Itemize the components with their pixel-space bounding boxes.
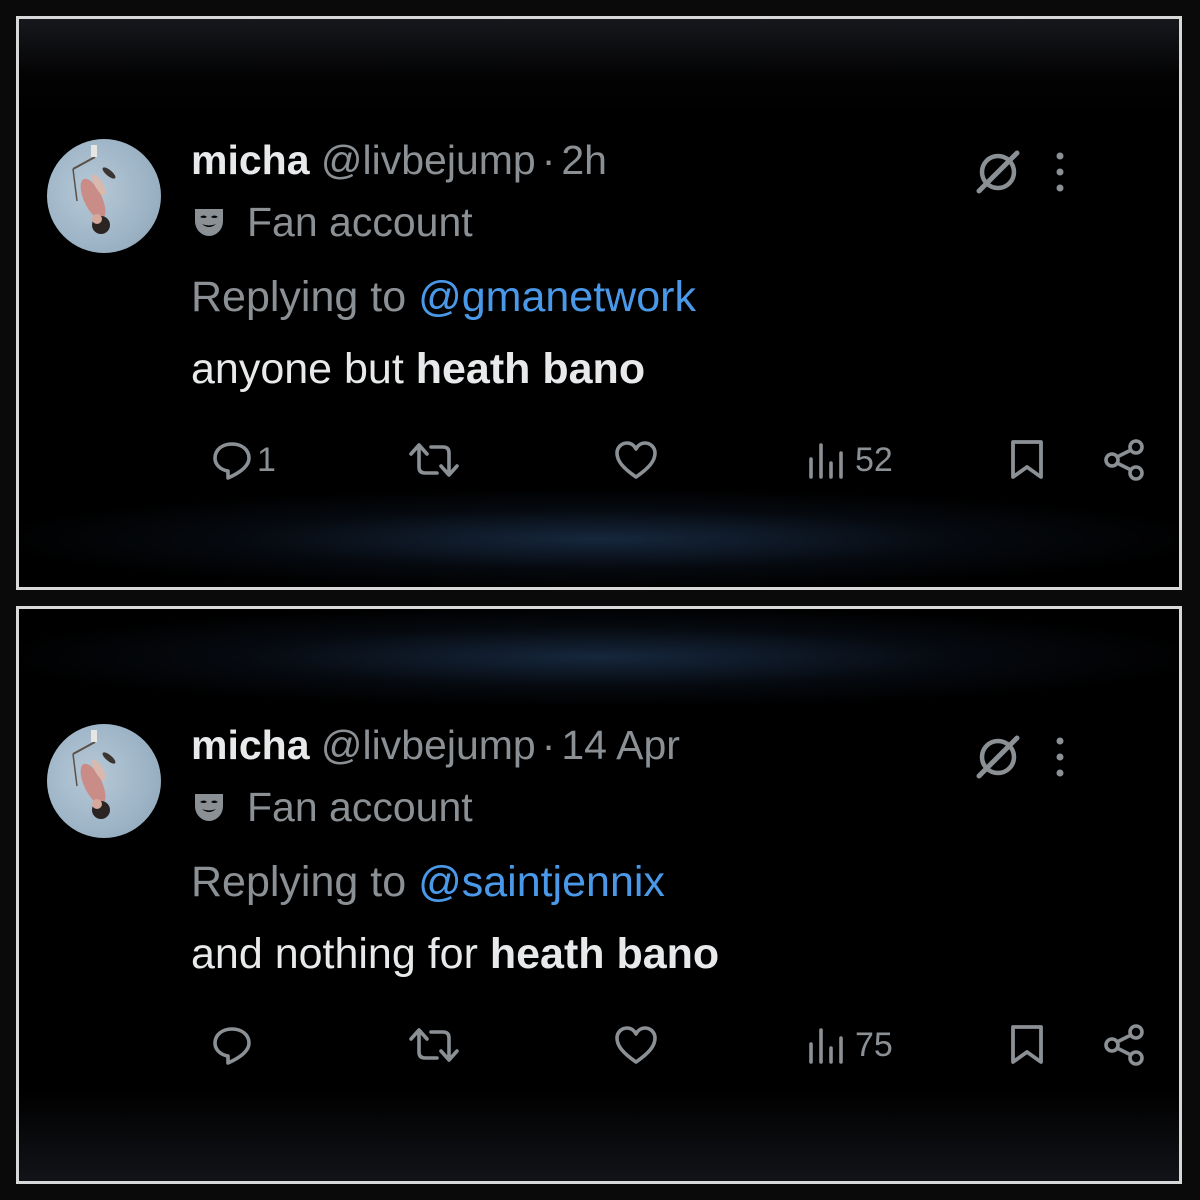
replying-to: Replying to @gmanetwork [191, 271, 696, 323]
share-button[interactable] [1101, 433, 1147, 487]
user-handle[interactable]: @livbejump [321, 137, 536, 183]
like-button[interactable] [613, 433, 659, 487]
more-icon[interactable] [1053, 149, 1067, 195]
retweet-button[interactable] [407, 433, 461, 487]
grok-icon[interactable] [973, 732, 1023, 782]
bookmark-icon [1011, 440, 1043, 479]
account-label-text: Fan account [247, 199, 473, 245]
reply-mention-link[interactable]: @saintjennix [418, 858, 665, 906]
avatar[interactable] [47, 139, 161, 253]
reply-icon [213, 442, 251, 480]
fan-mask-icon [195, 209, 223, 236]
tweet-text-bold: heath bano [415, 345, 646, 393]
views-button[interactable]: 52 [805, 433, 893, 487]
reply-count: 1 [257, 440, 276, 479]
bottom-glow [19, 491, 1179, 587]
tweet-text-plain: and nothing for [191, 930, 490, 978]
bookmark-icon [1011, 1025, 1043, 1064]
tweet-screenshot-panel-1: micha @livbejump · 2h Fan account Replying… [16, 16, 1182, 590]
like-icon [615, 441, 657, 479]
tweet-header: micha @livbejump · 14 Apr [191, 720, 680, 770]
tweet-actions: 75 [19, 1018, 1179, 1078]
replying-prefix: Replying to [191, 273, 419, 321]
separator: · [541, 722, 556, 768]
tweet-text-bold: heath bano [489, 930, 720, 978]
views-count: 75 [855, 1025, 893, 1064]
reply-mention-link[interactable]: @gmanetwork [418, 273, 696, 321]
top-glow [19, 609, 1179, 705]
reply-icon [213, 1027, 251, 1065]
views-button[interactable]: 75 [805, 1018, 893, 1072]
more-icon[interactable] [1053, 734, 1067, 780]
tweet-screenshot-panel-2: micha @livbejump · 14 Apr Fan account Repl… [16, 606, 1182, 1184]
like-button[interactable] [613, 1018, 659, 1072]
reply-button[interactable]: 1 [209, 433, 276, 487]
bookmark-button[interactable] [1007, 1018, 1047, 1072]
top-shade [19, 19, 1179, 115]
views-icon [809, 443, 843, 479]
bottom-shade [19, 1091, 1179, 1181]
retweet-icon [409, 443, 459, 477]
tweet-text-plain: anyone but [191, 345, 416, 393]
account-label[interactable]: Fan account [191, 782, 473, 832]
share-button[interactable] [1101, 1018, 1147, 1072]
account-label[interactable]: Fan account [191, 197, 473, 247]
retweet-button[interactable] [407, 1018, 461, 1072]
tweet-header: micha @livbejump · 2h [191, 135, 607, 185]
fan-mask-icon [195, 794, 223, 821]
timestamp[interactable]: 2h [561, 137, 607, 183]
like-icon [615, 1026, 657, 1064]
views-count: 52 [855, 440, 893, 479]
tweet-actions: 1 52 [19, 433, 1179, 493]
replying-to: Replying to @saintjennix [191, 856, 665, 908]
display-name[interactable]: micha [191, 137, 310, 183]
tweet-text: anyone but heath bano [191, 343, 645, 395]
share-icon [1104, 1024, 1144, 1066]
retweet-icon [409, 1028, 459, 1062]
views-icon [809, 1028, 843, 1064]
share-icon [1104, 439, 1144, 481]
replying-prefix: Replying to [191, 858, 419, 906]
grok-icon[interactable] [973, 147, 1023, 197]
reply-button[interactable] [209, 1018, 257, 1072]
bookmark-button[interactable] [1007, 433, 1047, 487]
account-label-text: Fan account [247, 784, 473, 830]
tweet-text: and nothing for heath bano [191, 928, 719, 980]
separator: · [541, 137, 556, 183]
avatar[interactable] [47, 724, 161, 838]
display-name[interactable]: micha [191, 722, 310, 768]
user-handle[interactable]: @livbejump [321, 722, 536, 768]
timestamp[interactable]: 14 Apr [561, 722, 680, 768]
